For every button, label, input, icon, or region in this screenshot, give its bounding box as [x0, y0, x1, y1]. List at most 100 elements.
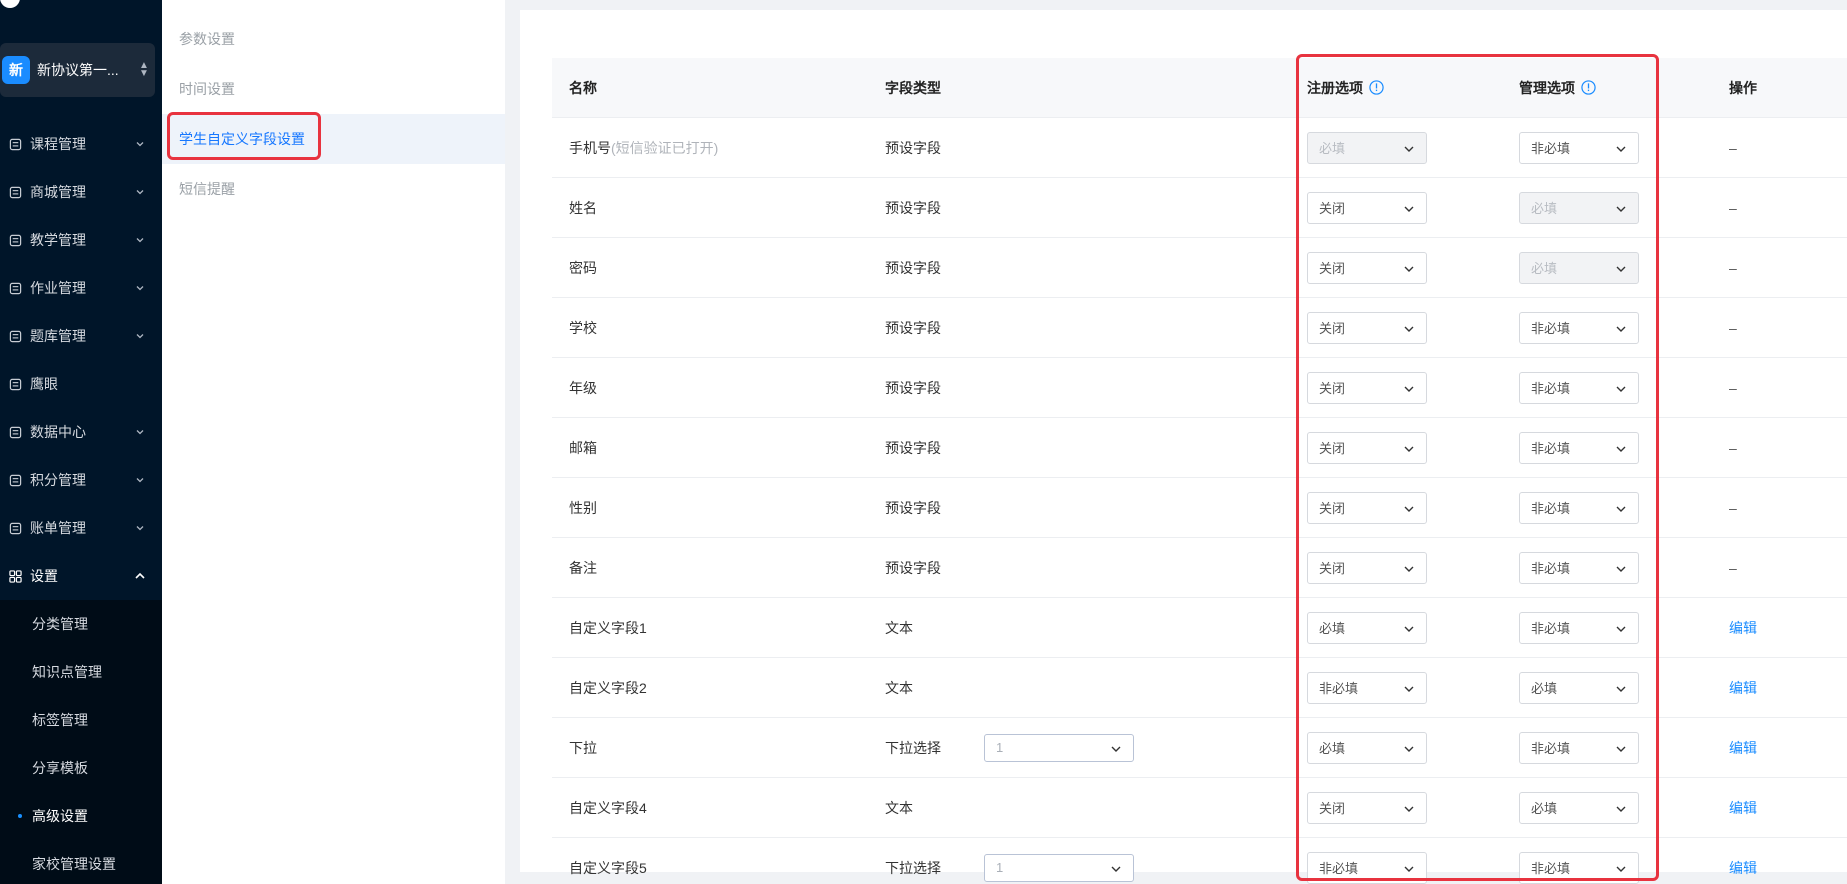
- sidebar-item-label: 课程管理: [30, 136, 86, 152]
- field-name: 年级: [569, 379, 597, 396]
- submenu-item-label: 分类管理: [32, 616, 88, 632]
- submenu-item[interactable]: 知识点管理: [0, 648, 162, 696]
- chevron-down-icon: [134, 137, 146, 149]
- field-type: 预设字段: [885, 439, 941, 456]
- field-type: 下拉选择: [885, 739, 941, 756]
- bill-icon: [8, 521, 22, 535]
- field-name: 手机号(短信验证已打开): [569, 139, 719, 156]
- submenu-item[interactable]: 分类管理: [0, 600, 162, 648]
- submenu-item-label: 知识点管理: [32, 664, 102, 680]
- field-name: 自定义字段2: [569, 679, 647, 696]
- edit-link[interactable]: 编辑: [1729, 678, 1757, 698]
- sidebar-item-label: 作业管理: [30, 280, 86, 296]
- field-type: 预设字段: [885, 379, 941, 396]
- submenu-item-label: 高级设置: [32, 808, 88, 824]
- chevron-up-icon: [134, 569, 146, 581]
- org-avatar: 新: [2, 56, 30, 84]
- field-type: 下拉选择: [885, 859, 941, 876]
- no-action: –: [1729, 439, 1737, 456]
- sidebar-item[interactable]: 积分管理: [0, 456, 162, 504]
- org-name: 新协议第一...: [37, 62, 119, 78]
- field-name: 自定义字段5: [569, 859, 647, 876]
- dropdown-options-select[interactable]: 1: [984, 733, 1134, 762]
- sidebar-item[interactable]: 账单管理: [0, 504, 162, 552]
- field-name: 性别: [569, 499, 597, 516]
- chevron-down-icon: [134, 521, 146, 533]
- logo: [0, 0, 20, 8]
- sidebar-item[interactable]: 题库管理: [0, 312, 162, 360]
- chart-icon: [8, 425, 22, 439]
- book-icon: [8, 137, 22, 151]
- highlight-box: [167, 112, 321, 160]
- sidebar-item[interactable]: 设置: [0, 552, 162, 600]
- field-type: 文本: [885, 679, 913, 696]
- field-type: 文本: [885, 799, 913, 816]
- no-action: –: [1729, 319, 1737, 336]
- no-action: –: [1729, 499, 1737, 516]
- sidebar-item-label: 数据中心: [30, 424, 86, 440]
- sidebar-item-label: 积分管理: [30, 472, 86, 488]
- chevron-down-icon: [134, 281, 146, 293]
- chevron-down-icon: [1110, 743, 1122, 755]
- no-action: –: [1729, 139, 1737, 156]
- field-type: 预设字段: [885, 319, 941, 336]
- store-icon: [8, 185, 22, 199]
- field-name: 姓名: [569, 199, 597, 216]
- subnav-item[interactable]: 短信提醒: [162, 164, 505, 214]
- field-hint: (短信验证已打开): [611, 139, 719, 156]
- chevron-down-icon: [134, 425, 146, 437]
- field-type: 预设字段: [885, 139, 941, 156]
- active-dot: [18, 814, 22, 818]
- header-op: 操作: [1729, 79, 1757, 96]
- no-action: –: [1729, 259, 1737, 276]
- submenu-item[interactable]: 标签管理: [0, 696, 162, 744]
- submenu-item-label: 分享模板: [32, 760, 88, 776]
- field-name: 学校: [569, 319, 597, 336]
- sidebar-item[interactable]: 课程管理: [0, 120, 162, 168]
- field-type: 预设字段: [885, 259, 941, 276]
- sidebar-item[interactable]: 数据中心: [0, 408, 162, 456]
- settings-submenu: 分类管理知识点管理标签管理分享模板高级设置家校管理设置: [0, 600, 162, 884]
- settings-grid-icon: [8, 569, 22, 583]
- submenu-item-label: 标签管理: [32, 712, 88, 728]
- submenu-item[interactable]: 分享模板: [0, 744, 162, 792]
- eagle-eye-icon: [8, 377, 22, 391]
- field-name: 邮箱: [569, 439, 597, 456]
- subnav-item[interactable]: 时间设置: [162, 64, 505, 114]
- star-icon: [8, 473, 22, 487]
- no-action: –: [1729, 199, 1737, 216]
- field-name: 备注: [569, 559, 597, 576]
- sidebar-item-label: 商城管理: [30, 184, 86, 200]
- homework-icon: [8, 281, 22, 295]
- field-name: 自定义字段1: [569, 619, 647, 636]
- highlight-box: [1296, 54, 1659, 881]
- org-switcher[interactable]: 新 新协议第一... ▲ ▼: [0, 43, 155, 97]
- edit-link[interactable]: 编辑: [1729, 798, 1757, 818]
- submenu-item[interactable]: 家校管理设置: [0, 840, 162, 884]
- dropdown-options-select[interactable]: 1: [984, 853, 1134, 882]
- field-name: 密码: [569, 259, 597, 276]
- sidebar-item[interactable]: 教学管理: [0, 216, 162, 264]
- sidebar-item[interactable]: 商城管理: [0, 168, 162, 216]
- chevron-down-icon: [134, 473, 146, 485]
- subnav-item[interactable]: 参数设置: [162, 14, 505, 64]
- sidebar-item-label: 题库管理: [30, 328, 86, 344]
- header-name: 名称: [569, 79, 597, 96]
- field-type: 预设字段: [885, 559, 941, 576]
- edit-link[interactable]: 编辑: [1729, 858, 1757, 878]
- sidebar-item[interactable]: 鹰眼: [0, 360, 162, 408]
- chevron-down-icon: [134, 329, 146, 341]
- sidebar-menu: 课程管理商城管理教学管理作业管理题库管理鹰眼数据中心积分管理账单管理设置分类管理…: [0, 120, 162, 884]
- sidebar-item[interactable]: 作业管理: [0, 264, 162, 312]
- submenu-item-label: 家校管理设置: [32, 856, 116, 872]
- divider: [505, 0, 520, 884]
- sidebar-item-label: 设置: [30, 568, 58, 584]
- edit-link[interactable]: 编辑: [1729, 618, 1757, 638]
- sidebar-item-label: 账单管理: [30, 520, 86, 536]
- field-type: 预设字段: [885, 499, 941, 516]
- field-name: 下拉: [569, 739, 597, 756]
- teaching-icon: [8, 233, 22, 247]
- chevron-down-icon: [134, 233, 146, 245]
- submenu-item[interactable]: 高级设置: [0, 792, 162, 840]
- edit-link[interactable]: 编辑: [1729, 738, 1757, 758]
